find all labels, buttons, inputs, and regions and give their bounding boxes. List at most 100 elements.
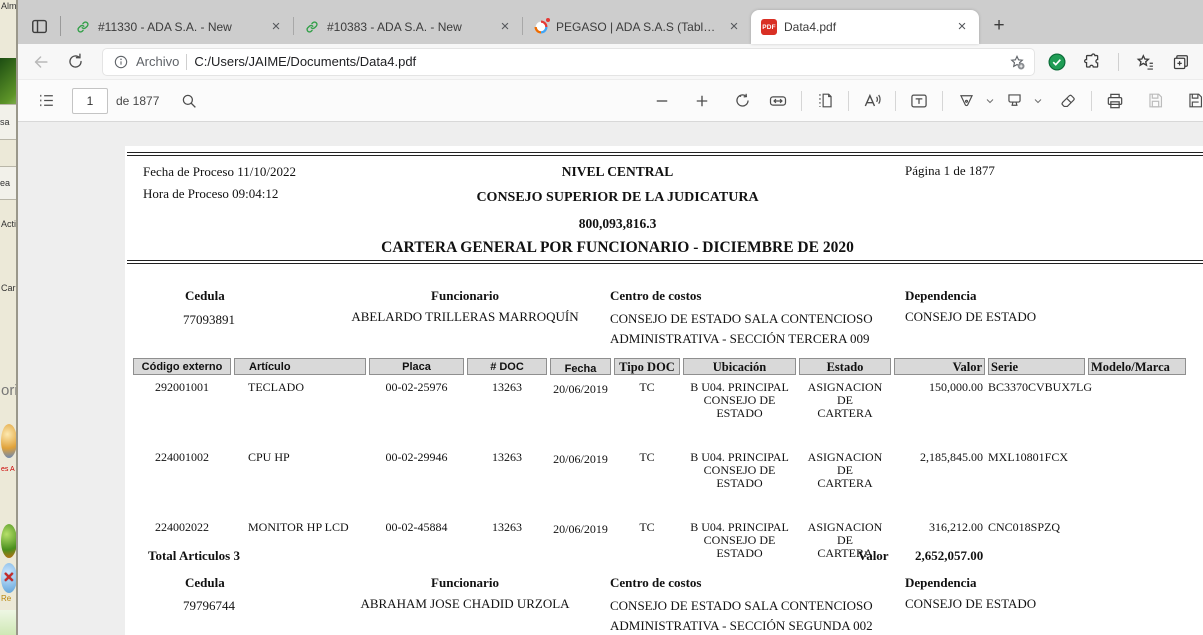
refresh-icon [66, 52, 85, 71]
dependencia-value: CONSEJO DE ESTADO [905, 596, 1036, 612]
table-cell: ASIGNACION DE CARTERA [799, 380, 891, 420]
table-cell: B U04. PRINCIPAL CONSEJO DE ESTADO [683, 380, 796, 420]
cedula-label: Cedula [185, 288, 225, 304]
tab-close-button[interactable]: × [267, 18, 285, 36]
column-header: Tipo DOC [614, 358, 680, 375]
page-view-button[interactable] [809, 85, 841, 117]
highlight-options-chevron[interactable] [1030, 85, 1046, 117]
add-text-button[interactable] [903, 85, 935, 117]
table-cell: TC [614, 520, 680, 560]
zoom-in-icon [693, 92, 711, 110]
funcionario-label: Funcionario [295, 575, 635, 591]
column-header: Fecha [550, 358, 611, 375]
save-button[interactable] [1139, 85, 1171, 117]
pdf-toolbar-center-group [646, 85, 1084, 117]
table-cell: 00-02-29946 [369, 450, 464, 490]
info-icon [113, 54, 129, 70]
address-field[interactable]: Archivo C:/Users/JAIME/Documents/Data4.p… [102, 48, 1035, 76]
save-as-icon [1186, 91, 1203, 110]
divider [942, 91, 943, 111]
favorites-star-list-icon[interactable] [1135, 52, 1155, 72]
table-of-contents-button[interactable] [30, 85, 62, 117]
zoom-out-icon [653, 92, 671, 110]
table-cell: TECLADO [234, 380, 366, 420]
page-count-label: de 1877 [116, 94, 159, 108]
divider [186, 54, 187, 70]
divider [60, 16, 61, 36]
search-icon [180, 92, 198, 110]
tab-ticket-10383[interactable]: #10383 - ADA S.A. - New × [294, 10, 522, 44]
table-cell: MXL10801FCX [988, 450, 1085, 490]
divider [848, 91, 849, 111]
column-header: Valor [894, 358, 985, 375]
rotate-button[interactable] [726, 85, 758, 117]
table-cell: 13263 [467, 380, 547, 420]
divider [1118, 53, 1119, 71]
centro-costos-label: Centro de costos [610, 575, 701, 591]
save-as-button[interactable] [1179, 85, 1203, 117]
table-cell: B U04. PRINCIPAL CONSEJO DE ESTADO [683, 450, 796, 490]
tab-close-button[interactable]: × [953, 18, 971, 36]
doc-title-line2: CONSEJO SUPERIOR DE LA JUDICATURA [125, 190, 1110, 206]
background-text-fragment: es A [1, 466, 18, 473]
report-title: CARTERA GENERAL POR FUNCIONARIO - DICIEM… [125, 239, 1110, 257]
highlight-button[interactable] [998, 85, 1030, 117]
draw-options-chevron[interactable] [982, 85, 998, 117]
background-text-fragment: ori [1, 382, 18, 399]
column-header: Estado [799, 358, 891, 375]
print-button[interactable] [1099, 85, 1131, 117]
chevron-down-icon [984, 95, 996, 107]
centro-costos-label: Centro de costos [610, 288, 701, 304]
new-tab-button[interactable]: + [985, 12, 1013, 40]
search-document-button[interactable] [173, 85, 205, 117]
add-text-icon [909, 91, 929, 111]
background-text-fragment: Acti [1, 219, 18, 229]
page-number-input[interactable] [72, 88, 108, 114]
table-cell: 20/06/2019 [550, 450, 611, 490]
toc-icon [37, 91, 56, 110]
dependencia-label: Dependencia [905, 288, 977, 304]
background-window-sliver: Alm sa ea Acti Car ori es A Re [0, 0, 18, 635]
tab-actions-menu-button[interactable] [22, 9, 56, 43]
pdf-toolbar: de 1877 [18, 80, 1203, 122]
dependencia-label: Dependencia [905, 575, 977, 591]
table-cell: 13263 [467, 520, 547, 560]
refresh-button[interactable] [60, 47, 90, 77]
add-favorite-star-icon[interactable] [1008, 53, 1026, 71]
security-check-icon[interactable] [1047, 52, 1067, 72]
column-header: Modelo/Marca [1088, 358, 1186, 375]
total-valor-value: 2,652,057.00 [915, 548, 983, 564]
zoom-in-button[interactable] [686, 85, 718, 117]
table-cell: CPU HP [234, 450, 366, 490]
tab-close-button[interactable]: × [496, 18, 514, 36]
zoom-out-button[interactable] [646, 85, 678, 117]
tab-data4-pdf-active[interactable]: PDF Data4.pdf × [751, 10, 979, 44]
address-bar-actions [1047, 52, 1191, 72]
background-grass-fragment [0, 610, 18, 635]
cedula-value: 79796744 [183, 598, 235, 614]
erase-button[interactable] [1052, 85, 1084, 117]
extensions-puzzle-icon[interactable] [1083, 52, 1102, 71]
read-aloud-button[interactable] [856, 85, 888, 117]
column-header: Serie [988, 358, 1085, 375]
table-cell: BC3370CVBUX7LG [988, 380, 1085, 420]
tab-ticket-11330[interactable]: #11330 - ADA S.A. - New × [65, 10, 293, 44]
printer-icon [1105, 91, 1125, 111]
table-row: 224001002CPU HP00-02-299461326320/06/201… [133, 450, 1189, 490]
tab-close-button[interactable]: × [725, 18, 743, 36]
divider [127, 152, 1203, 156]
collections-icon[interactable] [1171, 52, 1191, 72]
save-icon [1146, 91, 1165, 110]
back-button[interactable] [26, 47, 56, 77]
tab-title: PEGASO | ADA S.A.S (Tablero) [556, 20, 718, 34]
background-icon-fragment [1, 424, 17, 458]
tab-title: #11330 - ADA S.A. - New [98, 20, 260, 34]
divider [895, 91, 896, 111]
draw-button[interactable] [950, 85, 982, 117]
fit-to-width-button[interactable] [762, 85, 794, 117]
table-cell: TC [614, 450, 680, 490]
pdf-viewer-area[interactable]: Fecha de Proceso 11/10/2022 Hora de Proc… [18, 122, 1203, 635]
tab-pegaso[interactable]: PEGASO | ADA S.A.S (Tablero) × [523, 10, 751, 44]
table-cell: TC [614, 380, 680, 420]
link-icon [75, 19, 91, 35]
